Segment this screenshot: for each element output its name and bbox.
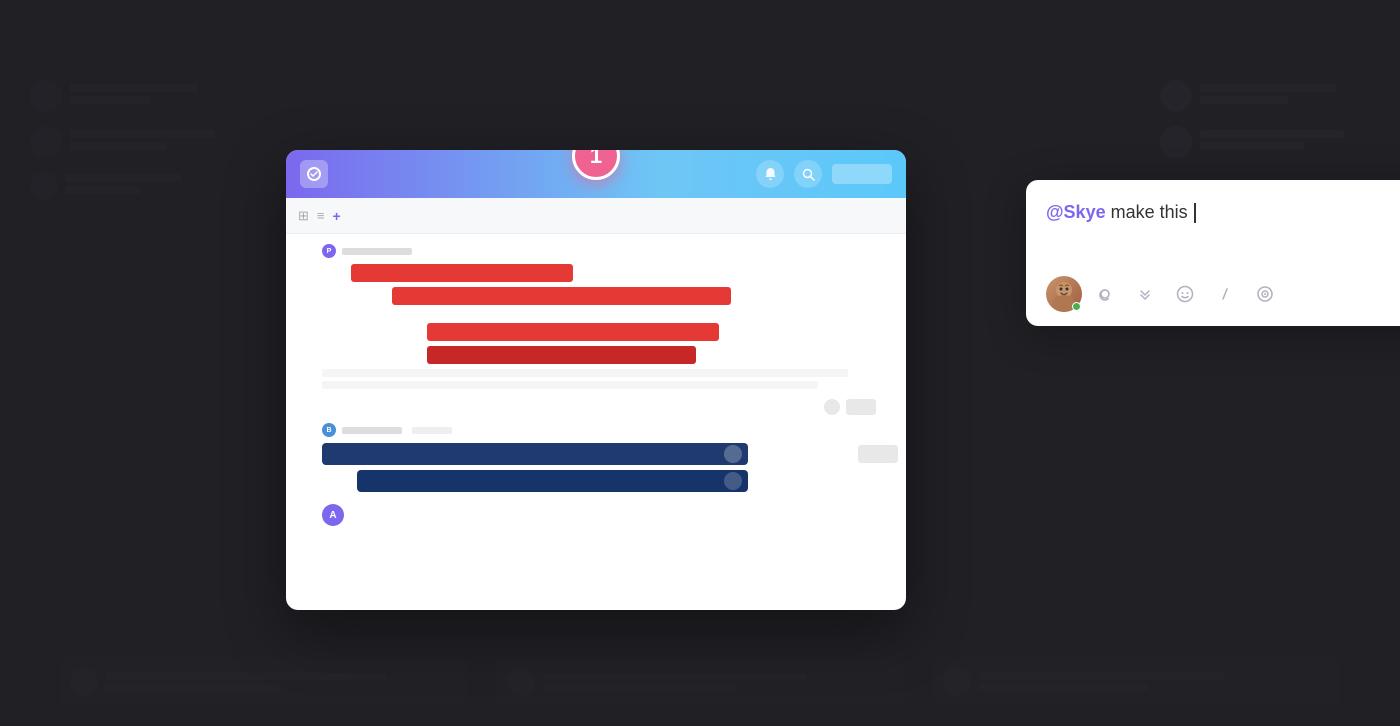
task-bar-dark-red <box>427 346 696 364</box>
app-header-bar <box>832 164 892 184</box>
bg-card-avatar <box>943 668 971 696</box>
filter-bar <box>846 399 876 415</box>
bg-avatar <box>30 172 58 200</box>
bg-line <box>70 130 214 138</box>
task-row-blue <box>322 443 906 465</box>
bg-bottom-card <box>933 658 1340 706</box>
bg-bottom <box>60 658 1340 706</box>
task-bar-red <box>427 323 719 341</box>
bg-line <box>1200 84 1336 92</box>
comment-toolbar: COMMENT <box>1046 276 1400 312</box>
section-controls <box>322 399 906 415</box>
bg-card-line <box>979 673 1224 680</box>
toggle-circle <box>724 445 742 463</box>
bg-line <box>66 186 140 194</box>
task-row <box>322 323 906 341</box>
bg-line <box>1200 130 1344 138</box>
bg-card-line <box>543 684 736 691</box>
task-bar-dark-navy <box>357 470 748 492</box>
bg-avatar <box>30 80 62 112</box>
bg-card-avatar <box>507 668 535 696</box>
bg-card-line <box>106 684 281 691</box>
user-avatar-a: A <box>322 504 344 526</box>
online-indicator <box>1072 302 1081 311</box>
modal-scene: 1 ⊞ ≡ + <box>286 130 1206 610</box>
task-bar-navy <box>322 443 748 465</box>
search-icon[interactable] <box>794 160 822 188</box>
bg-line <box>1200 142 1304 150</box>
bg-avatar <box>30 126 62 158</box>
bg-item <box>30 126 230 158</box>
mention-icon-button[interactable] <box>1088 277 1122 311</box>
text-cursor <box>1194 203 1196 223</box>
bg-line <box>70 84 198 92</box>
notification-badge-wrapper: 1 <box>572 150 620 180</box>
bg-bottom-card <box>60 658 467 706</box>
task-bar-red <box>351 264 573 282</box>
toggle-circle <box>724 472 742 490</box>
clickup-icon-button[interactable] <box>1128 277 1162 311</box>
gantt-section-blue: B <box>322 423 906 492</box>
app-body: P <box>286 234 906 536</box>
bg-bottom-card <box>497 658 904 706</box>
section-dot-purple: P <box>322 244 336 258</box>
section-header-blue: B <box>322 423 906 437</box>
bg-card-text <box>979 673 1330 691</box>
bg-item <box>1160 80 1360 112</box>
bottom-avatar-row: A <box>322 498 906 526</box>
badge-number: 1 <box>590 150 602 169</box>
bg-text-lines <box>70 84 230 108</box>
task-row <box>322 264 906 282</box>
task-row <box>322 346 906 364</box>
list-icon[interactable]: ≡ <box>317 208 325 223</box>
task-bar-red <box>392 287 731 305</box>
assign-icon-button[interactable] <box>1248 277 1282 311</box>
user-avatar-wrapper <box>1046 276 1082 312</box>
bg-line <box>66 174 181 182</box>
spacer-row <box>322 310 906 318</box>
bg-card-line <box>979 684 1147 691</box>
bg-card-avatar <box>70 668 98 696</box>
comment-body-text: make this <box>1106 202 1193 222</box>
section-label-bar <box>342 427 402 434</box>
section-label-bar <box>342 248 412 255</box>
task-row <box>322 287 906 305</box>
app-card: 1 ⊞ ≡ + <box>286 150 906 610</box>
bg-item <box>30 80 230 112</box>
bg-text-lines <box>1200 130 1360 154</box>
bell-icon[interactable] <box>756 160 784 188</box>
bg-line <box>70 142 166 150</box>
bg-item <box>30 172 230 200</box>
notification-badge: 1 <box>572 150 620 180</box>
task-row-blue <box>322 470 906 492</box>
app-toolbar: ⊞ ≡ + <box>286 198 906 234</box>
section-dot-blue: B <box>322 423 336 437</box>
bg-card-line <box>106 673 387 680</box>
format-icon-button[interactable] <box>1208 277 1242 311</box>
empty-row <box>322 369 848 377</box>
bg-text-lines <box>1200 84 1360 108</box>
mention-text: @Skye <box>1046 202 1106 222</box>
emoji-icon-button[interactable] <box>1168 277 1202 311</box>
section-label-bar2 <box>412 427 452 434</box>
bg-line <box>1200 96 1288 104</box>
comment-text-area[interactable]: @Skye make this <box>1046 200 1400 260</box>
bg-text-lines <box>66 174 230 198</box>
app-logo <box>300 160 328 188</box>
empty-row <box>322 381 818 389</box>
bg-avatar <box>1160 80 1192 112</box>
filter-icon <box>824 399 840 415</box>
side-bar <box>858 445 898 463</box>
plus-icon[interactable]: + <box>333 208 341 224</box>
grid-icon[interactable]: ⊞ <box>298 208 309 224</box>
bg-text-lines <box>70 130 230 154</box>
bg-left-panel <box>30 80 230 214</box>
section-header-red: P <box>322 244 906 258</box>
gantt-section-red: P <box>322 244 906 389</box>
bg-card-line <box>543 673 806 680</box>
bg-card-text <box>543 673 894 691</box>
bg-card-text <box>106 673 457 691</box>
comment-popup: @Skye make this <box>1026 180 1400 326</box>
bg-line <box>70 96 150 104</box>
